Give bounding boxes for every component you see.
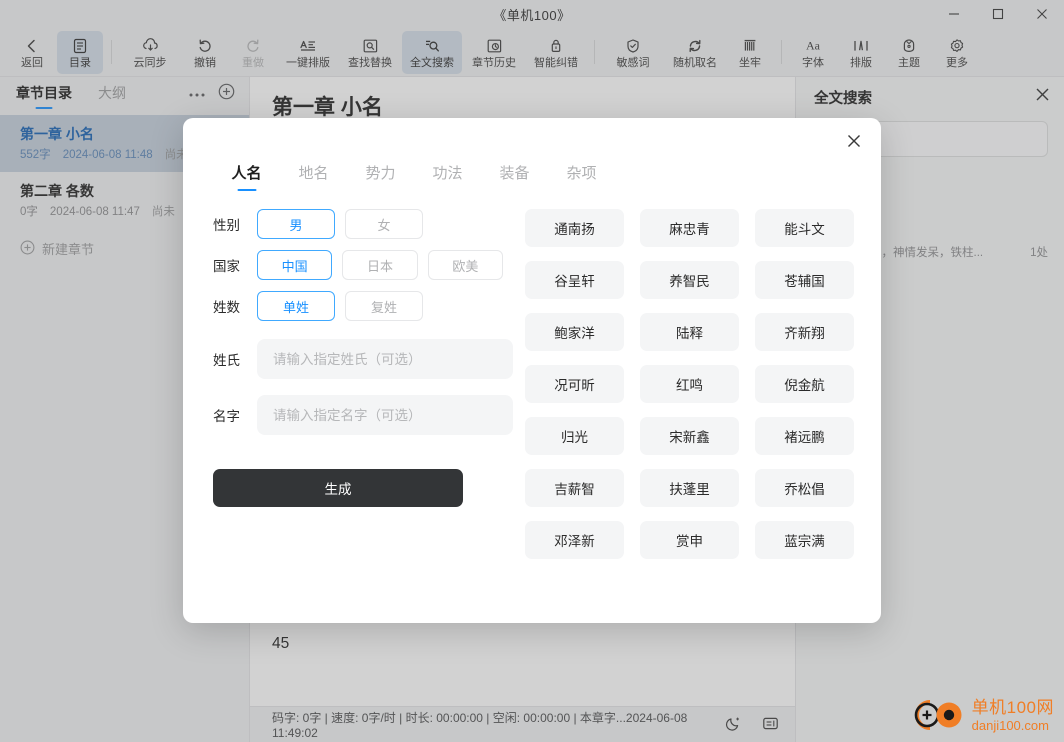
generated-name-chip[interactable]: 蓝宗满: [755, 521, 854, 559]
country-option-china[interactable]: 中国: [257, 250, 333, 280]
name-options-form: 性别 男 女 国家 中国 日本 欧美 姓数 单姓 复姓 姓氏 名字: [183, 209, 513, 623]
surname-option-single[interactable]: 单姓: [257, 291, 335, 321]
generated-names-panel: 通南扬 麻忠青 能斗文谷呈轩 养智民 苍辅国鲍家洋 陆释 齐新翔况可昕 红鸣 倪金航归光 宋新鑫褚…: [513, 209, 881, 623]
generated-name-chip[interactable]: 归光: [525, 417, 624, 455]
generated-name-chip[interactable]: 鲍家洋: [525, 313, 624, 351]
tab-faction[interactable]: 势力: [347, 162, 414, 191]
gender-option-female[interactable]: 女: [345, 209, 423, 239]
generated-name-chip[interactable]: 褚远鹏: [755, 417, 854, 455]
close-icon[interactable]: [841, 128, 867, 154]
country-option-western[interactable]: 欧美: [427, 250, 503, 280]
country-option-japan[interactable]: 日本: [342, 250, 418, 280]
field-label-surname-count: 姓数: [213, 300, 240, 315]
given-name-input[interactable]: [257, 395, 513, 435]
surname-input[interactable]: [257, 339, 513, 379]
generated-name-chip[interactable]: 况可昕: [525, 365, 624, 403]
generated-names-grid: 通南扬 麻忠青 能斗文谷呈轩 养智民 苍辅国鲍家洋 陆释 齐新翔况可昕 红鸣 倪金航归光 宋新鑫褚…: [525, 209, 854, 559]
tab-equipment[interactable]: 装备: [481, 162, 548, 191]
field-label-country: 国家: [213, 259, 240, 274]
watermark-line2: danji100.com: [971, 717, 1049, 733]
tab-technique[interactable]: 功法: [414, 162, 481, 191]
generated-name-chip[interactable]: 谷呈轩: [525, 261, 624, 299]
field-label-gender: 性别: [213, 218, 240, 233]
field-label-surname: 姓氏: [213, 353, 240, 368]
watermark: 单机100网 danji100.com: [908, 696, 1054, 734]
generated-name-chip[interactable]: 乔松倡: [755, 469, 854, 507]
generated-name-chip[interactable]: 红鸣: [640, 365, 739, 403]
generated-name-chip[interactable]: 赏申: [640, 521, 739, 559]
generated-name-chip[interactable]: 宋新鑫: [640, 417, 739, 455]
generated-name-chip[interactable]: 齐新翔: [755, 313, 854, 351]
tab-person-name[interactable]: 人名: [213, 162, 280, 191]
generated-name-chip[interactable]: 陆释: [640, 313, 739, 351]
watermark-text: 单机100网 danji100.com: [972, 699, 1054, 732]
gender-option-male[interactable]: 男: [257, 209, 335, 239]
generated-name-chip[interactable]: 扶蓬里: [640, 469, 739, 507]
dialog-tabs: 人名 地名 势力 功法 装备 杂项: [183, 118, 881, 191]
dialog-body: 性别 男 女 国家 中国 日本 欧美 姓数 单姓 复姓 姓氏 名字: [183, 191, 881, 623]
field-country: 国家 中国 日本 欧美: [213, 250, 513, 280]
generated-name-chip[interactable]: 苍辅国: [755, 261, 854, 299]
field-surname: 姓氏: [213, 339, 513, 379]
tab-misc[interactable]: 杂项: [548, 162, 615, 191]
tab-place-name[interactable]: 地名: [280, 162, 347, 191]
generated-name-chip[interactable]: 邓泽新: [525, 521, 624, 559]
watermark-line1: 单机100网: [971, 697, 1054, 717]
field-gender: 性别 男 女: [213, 209, 513, 239]
generated-name-chip[interactable]: 吉薪智: [525, 469, 624, 507]
generated-name-chip[interactable]: 倪金航: [755, 365, 854, 403]
random-name-dialog: 人名 地名 势力 功法 装备 杂项 性别 男 女 国家 中国 日本 欧美 姓数 …: [183, 118, 881, 623]
watermark-logo-icon: [914, 700, 962, 730]
generate-button[interactable]: 生成: [213, 469, 463, 507]
generated-name-chip[interactable]: 麻忠青: [640, 209, 739, 247]
field-surname-count: 姓数 单姓 复姓: [213, 291, 513, 321]
field-given-name: 名字: [213, 395, 513, 435]
generated-name-chip[interactable]: 养智民: [640, 261, 739, 299]
generated-name-chip[interactable]: 能斗文: [755, 209, 854, 247]
surname-option-double[interactable]: 复姓: [345, 291, 423, 321]
field-label-given-name: 名字: [213, 409, 240, 424]
generated-name-chip[interactable]: 通南扬: [525, 209, 624, 247]
